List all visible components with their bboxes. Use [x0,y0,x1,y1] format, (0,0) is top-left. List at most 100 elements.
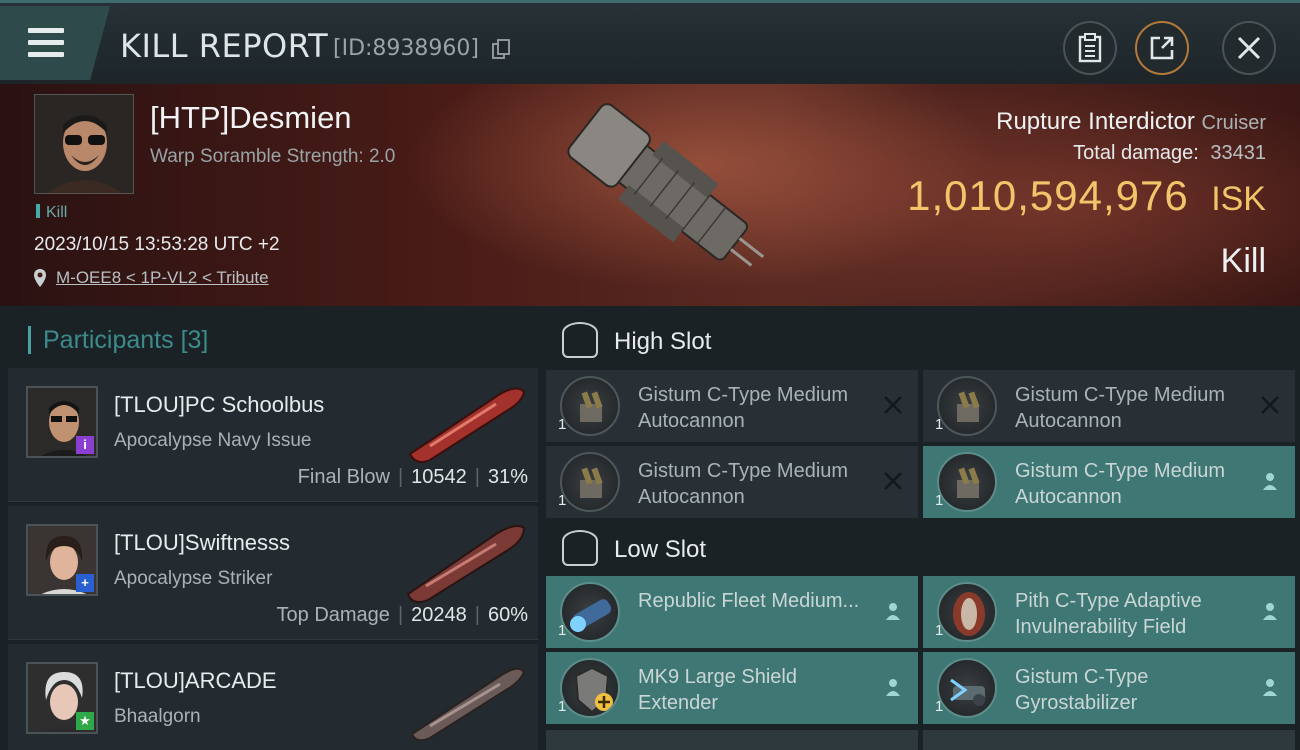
participant-badge: ★ [76,712,94,730]
share-button[interactable] [1135,21,1189,75]
damage-control-icon [560,582,620,642]
menu-icon-bar [28,40,64,45]
participant-card[interactable]: i [TLOU]PC Schoolbus Apocalypse Navy Iss… [8,368,538,502]
location-pin-icon [34,269,46,287]
module-quantity: 1 [558,622,567,639]
victim-ship: Rupture Interdictor Cruiser [996,108,1266,136]
shield-field-icon [937,582,997,642]
pilot-icon [1263,473,1277,490]
location-link[interactable]: M-OEE8 < 1P-VL2 < Tribute [56,268,269,288]
participant-name[interactable]: [TLOU]Swiftnesss [114,530,290,556]
stats-divider: | [474,604,480,626]
high-slot-header: High Slot [562,318,1282,364]
high-slot-icon [562,322,598,358]
copy-icon[interactable] [492,39,510,59]
low-slot-icon [562,530,598,566]
victim-portrait[interactable] [34,94,134,194]
participant-damage: 10542 [411,466,467,488]
victim-ship-image [567,103,765,267]
participant-stats: Final Blow | 10542 | 31% [298,466,528,489]
total-damage-label: Total damage: [1073,142,1199,164]
module-name: Gistum C-Type Medium Autocannon [1015,384,1226,432]
stats-divider: | [474,466,480,488]
module-quantity: 1 [935,622,944,639]
module-item[interactable]: 1 Gistum C-Type Medium Autocannon [923,370,1295,442]
stats-divider: | [397,466,404,488]
participants-panel: Participants [3] i [TLOU]PC Schoolbus Ap… [0,306,540,750]
participant-ship: Apocalypse Navy Issue [114,430,312,451]
menu-button[interactable] [0,6,110,80]
participant-role: Top Damage [276,604,390,626]
module-item[interactable]: 1 MK9 Large Shield Extender [546,652,918,724]
low-slot-header: Low Slot [562,526,1282,572]
module-item[interactable]: 1 Pith C-Type Adaptive Invulnerability F… [923,576,1295,648]
participant-badge: i [76,436,94,454]
fitting-panel: High Slot 1 Gistum C-Type Medium Autocan… [540,306,1300,750]
isk-currency: ISK [1211,180,1266,218]
module-item[interactable]: 1 Gistum C-Type Medium Autocannon [546,370,918,442]
high-slot-label: High Slot [614,328,712,355]
module-name: Pith C-Type Adaptive Invulnerability Fie… [1015,590,1202,638]
module-quantity: 1 [935,416,944,433]
participants-count: [3] [180,326,209,354]
stats-divider: | [397,604,404,626]
module-name: Republic Fleet Medium... [638,590,860,612]
low-slot-label: Low Slot [614,536,707,563]
module-item[interactable]: 1 Gistum C-Type Medium Autocannon [923,446,1295,518]
kill-datetime: 2023/10/15 13:53:28 UTC +2 [34,234,280,255]
pilot-icon [886,679,900,696]
clipboard-icon [1078,33,1102,63]
close-button[interactable] [1222,21,1276,75]
report-id: [ID:8938960] [333,36,479,61]
participant-card[interactable]: + [TLOU]Swiftnesss Apocalypse Striker To… [8,506,538,640]
module-name: Gistum C-Type Medium Autocannon [638,384,849,432]
avatar[interactable]: i [26,386,98,458]
module-item[interactable]: 1 Gistum C-Type Medium Autocannon [546,446,918,518]
total-damage: Total damage: 33431 [1073,142,1266,165]
module-quantity: 1 [558,416,567,433]
isk-value: 1,010,594,976 ISK [907,172,1266,220]
module-quantity: 1 [558,698,567,715]
pilot-avatar [35,95,133,193]
participant-stats: Top Damage | 20248 | 60% [277,604,528,627]
autocannon-icon [560,452,620,512]
isk-amount: 1,010,594,976 [907,172,1189,219]
module-item-partial [546,730,918,750]
victim-summary: [HTP]Desmien Warp Soramble Strength: 2.0… [0,84,1300,306]
victim-detail: Warp Soramble Strength: 2.0 [150,146,396,167]
avatar[interactable]: + [26,524,98,596]
share-icon [1150,36,1174,60]
autocannon-icon [937,452,997,512]
participant-ship-image [410,667,526,742]
destroyed-icon [884,396,902,414]
participant-ship: Apocalypse Striker [114,568,273,589]
page-title: KILL REPORT [120,27,329,65]
pilot-icon [886,603,900,620]
module-item[interactable]: 1 Republic Fleet Medium... [546,576,918,648]
victim-pilot-name[interactable]: [HTP]Desmien [150,100,352,136]
module-quantity: 1 [935,698,944,715]
participant-ship-image [408,387,526,463]
victim-ship-name[interactable]: Rupture Interdictor [996,108,1195,135]
autocannon-icon [560,376,620,436]
participants-title: Participants [3] [28,326,208,354]
participant-name[interactable]: [TLOU]ARCADE [114,668,277,694]
participant-percent: 60% [487,604,528,626]
participant-card[interactable]: ★ [TLOU]ARCADE Bhaalgorn [8,644,538,750]
shield-extender-icon [560,658,620,718]
kill-result: Kill [1220,242,1266,280]
total-damage-value: 33431 [1210,142,1266,164]
autocannon-icon [937,376,997,436]
clipboard-button[interactable] [1063,21,1117,75]
close-icon [1237,36,1261,60]
participant-badge: + [76,574,94,592]
avatar[interactable]: ★ [26,662,98,734]
menu-icon [28,28,64,33]
title-bar: KILL REPORT [ID:8938960] [0,0,1300,84]
module-name: Gistum C-Type Medium Autocannon [638,460,849,508]
participant-role: Final Blow [297,466,390,488]
participant-name[interactable]: [TLOU]PC Schoolbus [114,392,324,418]
participant-ship: Bhaalgorn [114,706,201,727]
module-quantity: 1 [935,492,944,509]
module-item[interactable]: 1 Gistum C-Type Gyrostabilizer [923,652,1295,724]
